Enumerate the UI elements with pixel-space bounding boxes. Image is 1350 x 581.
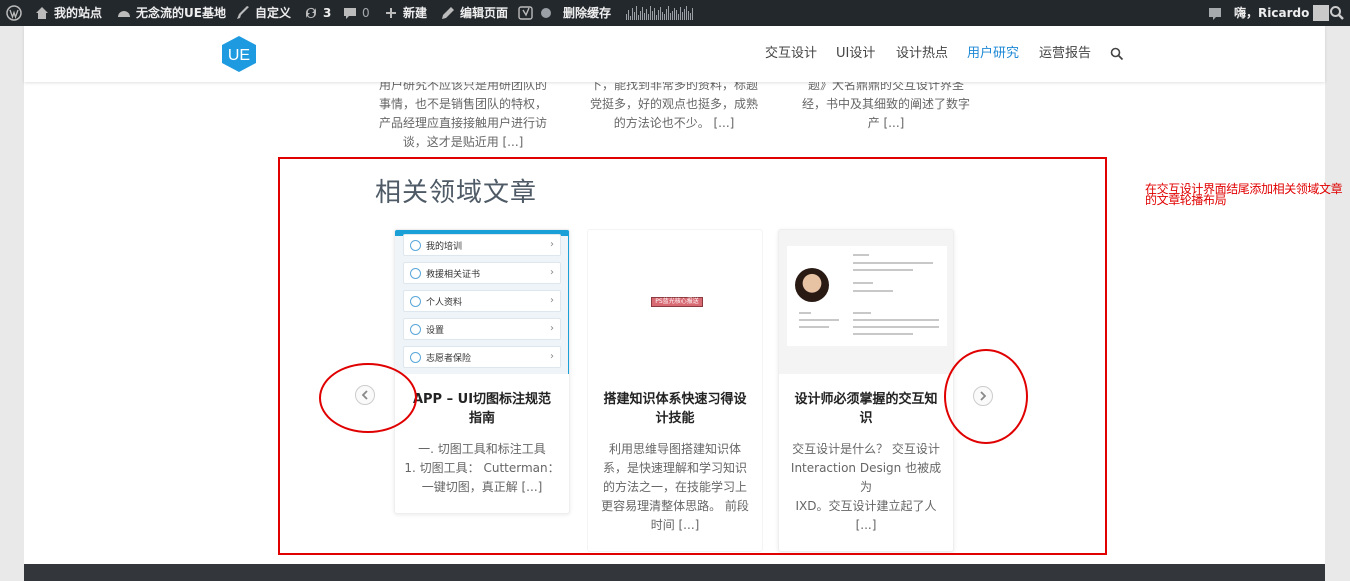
brush-icon	[237, 6, 249, 19]
my-sites-menu[interactable]: 我的站点	[34, 0, 102, 26]
annotation-note: 在交互设计界面结尾添加相关领域文章 的文章轮播布局	[1145, 183, 1350, 207]
site-name-label: 无念流的UE基地	[136, 6, 226, 20]
new-label: 新建	[403, 6, 428, 20]
notifications-icon[interactable]	[1207, 0, 1223, 26]
clear-cache-link[interactable]: 删除缓存	[563, 0, 611, 26]
edit-page-label: 编辑页面	[460, 6, 509, 20]
nav-operation-report[interactable]: 运营报告	[1039, 26, 1091, 82]
pencil-icon	[442, 7, 454, 19]
excerpt-line: 产 [...]	[867, 116, 905, 130]
nav-ui-design[interactable]: UI设计	[836, 26, 875, 82]
nav-interaction-design[interactable]: 交互设计	[765, 26, 817, 82]
wordpress-logo-icon[interactable]	[6, 0, 22, 26]
my-account-menu[interactable]: 嗨，Ricardo	[1234, 0, 1330, 26]
left-gutter	[0, 26, 24, 581]
yoast-seo-icon[interactable]	[518, 0, 534, 26]
edit-page-link[interactable]: 编辑页面	[440, 0, 508, 26]
right-gutter	[1325, 26, 1350, 581]
comments-count: 0	[362, 6, 370, 20]
excerpt-line: 党挺多，好的观点也挺多，成熟	[589, 97, 758, 111]
excerpt-line: 谈，这才是贴近用 [...]	[402, 135, 524, 149]
prev-excerpt-1: 用户研究不应该只是用研团队的 事情，也不是销售团队的特权， 产品经理应直接接触用…	[377, 76, 549, 152]
clear-cache-label: 删除缓存	[563, 6, 612, 20]
note-line: 的文章轮播布局	[1145, 193, 1227, 207]
updates-icon	[306, 7, 316, 18]
annotation-circle-next	[944, 349, 1028, 444]
new-content-menu[interactable]: 新建	[383, 0, 427, 26]
plus-icon	[386, 8, 396, 18]
site-logo[interactable]: UE	[219, 35, 259, 73]
admin-search-icon[interactable]	[1329, 0, 1345, 26]
avatar	[1313, 5, 1330, 21]
updates-link[interactable]: 3	[303, 0, 331, 26]
house-icon	[36, 7, 48, 19]
my-sites-label: 我的站点	[54, 6, 103, 20]
updates-count: 3	[323, 6, 332, 20]
customize-label: 自定义	[255, 6, 292, 20]
seo-status-dot	[541, 0, 551, 26]
excerpt-line: 事情，也不是销售团队的特权，	[378, 97, 547, 111]
site-header: UE 交互设计 UI设计 设计热点 用户研究 运营报告	[24, 26, 1325, 82]
prev-excerpt-3: 题》大名鼎鼎的交互设计界圣 经，书中及其细致的阐述了数字 产 [...]	[800, 76, 972, 133]
logo-text: UE	[228, 47, 250, 64]
greeting-label: 嗨，Ricardo	[1234, 6, 1310, 20]
search-icon[interactable]	[1110, 47, 1124, 61]
waveform-icon	[626, 6, 693, 20]
nav-design-hot[interactable]: 设计热点	[896, 26, 948, 82]
comment-icon	[344, 8, 356, 19]
query-monitor-graph[interactable]	[626, 0, 693, 26]
site-footer	[24, 564, 1325, 581]
dashboard-icon	[118, 11, 130, 17]
customize-link[interactable]: 自定义	[235, 0, 291, 26]
annotation-circle-prev	[319, 363, 417, 433]
admin-bar: 我的站点 无念流的UE基地 自定义 3 0 新建 编辑页面 删除缓存 嗨，Ric…	[0, 0, 1350, 26]
prev-excerpt-2: 下，能找到非常多的资料，标题 党挺多，好的观点也挺多，成熟 的方法论也不少。 […	[588, 76, 760, 133]
excerpt-line: 的方法论也不少。 [...]	[613, 116, 735, 130]
nav-user-research[interactable]: 用户研究	[967, 26, 1019, 82]
site-name-menu[interactable]: 无念流的UE基地	[116, 0, 226, 26]
excerpt-line: 经，书中及其细致的阐述了数字	[801, 97, 970, 111]
comments-link[interactable]: 0	[342, 0, 370, 26]
excerpt-line: 产品经理应直接接触用户进行访	[378, 116, 547, 130]
